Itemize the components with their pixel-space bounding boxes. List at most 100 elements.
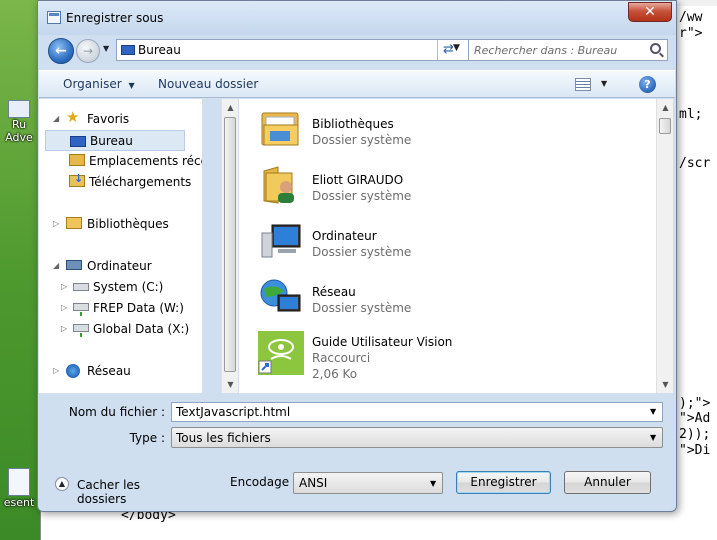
navigation-pane: ◢ ★ Favoris Bureau Emplacements récents … [39,99,203,393]
title-bar[interactable]: Enregistrer sous ✕ [38,1,676,35]
file-name: Eliott GIRAUDO [312,173,404,187]
file-type: Dossier système [312,189,412,203]
save-button[interactable]: Enregistrer [456,471,551,494]
hide-folders-toggle[interactable]: ▲ Cacher les dossiers [55,475,185,506]
nav-network[interactable]: ▷ Réseau [49,361,197,382]
refresh-button[interactable]: ⇄ [437,40,459,60]
scroll-thumb[interactable] [224,117,236,372]
collapse-icon[interactable]: ◢ [53,261,59,270]
address-bar[interactable]: Bureau ▼ [116,39,472,61]
expand-icon[interactable]: ▷ [61,324,67,333]
filename-input[interactable]: TextJavascript.html ▼ [171,402,663,422]
code-line: ">Di [679,443,711,458]
file-size: 2,06 Ko [312,367,358,381]
code-line: 2)); [679,427,711,442]
search-icon[interactable] [650,43,661,54]
toolbar: Organiser ▼ Nouveau dossier ▼ ? [39,70,675,98]
nav-item-label: Emplacements récents [89,154,202,168]
history-dropdown-icon[interactable]: ▼ [103,44,109,53]
desktop-document-icon[interactable]: esent [0,468,38,509]
help-icon[interactable]: ? [639,76,656,93]
filename-value[interactable]: TextJavascript.html [176,405,290,419]
code-line: ">Ad [679,411,711,426]
nav-item-drive-x[interactable]: ▷ Global Data (X:) [45,319,193,340]
encoding-value: ANSI [299,476,328,490]
file-type: Raccourci [312,351,371,365]
nav-item-recent-places[interactable]: Emplacements récents [45,151,202,172]
chevron-down-icon[interactable]: ▼ [650,433,656,442]
libraries-folder-icon [261,112,299,146]
recent-places-icon [69,154,85,166]
scroll-down-icon[interactable]: ▼ [657,376,674,393]
type-select[interactable]: Tous les fichiers ▼ [171,427,663,448]
list-item[interactable]: Eliott GIRAUDO Dossier système [239,161,656,217]
expand-icon[interactable]: ▷ [53,219,59,228]
network-drive-icon [73,324,89,337]
expand-icon[interactable]: ▷ [61,282,67,291]
scroll-up-icon[interactable]: ▲ [657,99,674,116]
downloads-icon [69,172,85,187]
nav-item-label: Bureau [90,134,133,148]
libraries-icon [66,217,82,229]
nav-item-label: Global Data (X:) [93,322,190,336]
list-item[interactable]: Ordinateur Dossier système [239,217,656,273]
list-item[interactable]: Réseau Dossier système [239,273,656,329]
file-type: Dossier système [312,133,412,147]
nav-libraries[interactable]: ▷ Bibliothèques [49,214,197,235]
desktop-shortcut-icon[interactable]: Ru Adve [0,100,38,144]
search-input[interactable]: Rechercher dans : Bureau [468,39,668,61]
nav-item-label: System (C:) [93,280,164,294]
save-as-dialog: Enregistrer sous ✕ ← → ▼ Bureau ▼ ⇄ Rech… [37,0,677,512]
computer-icon [261,224,301,258]
chevron-down-icon[interactable]: ▼ [430,479,436,488]
type-label: Type : [129,431,165,445]
nav-item-drive-w[interactable]: ▷ FREP Data (W:) [45,298,193,319]
code-line: /ww [679,10,703,25]
code-line: r"> [679,26,703,41]
expand-icon[interactable]: ▷ [53,366,59,375]
back-button[interactable]: ← [48,38,74,64]
file-list-scrollbar[interactable]: ▲ ▼ [656,99,673,393]
type-value: Tous les fichiers [176,431,271,445]
expand-icon[interactable]: ▷ [61,303,67,312]
scroll-down-icon[interactable]: ▼ [222,376,239,393]
nav-computer-label: Ordinateur [87,259,152,273]
scroll-thumb[interactable] [659,118,671,134]
nav-item-desktop[interactable]: Bureau [45,130,185,151]
breadcrumb[interactable]: Bureau [138,43,181,57]
view-dropdown-icon[interactable]: ▼ [601,79,607,88]
nav-favorites[interactable]: ◢ ★ Favoris [49,109,197,130]
code-line: );"> [679,396,711,411]
collapse-icon[interactable]: ◢ [53,114,59,123]
chevron-down-icon[interactable]: ▼ [650,407,656,416]
scroll-up-icon[interactable]: ▲ [222,99,239,116]
file-name: Bibliothèques [312,117,394,131]
nav-item-label: Téléchargements [89,175,192,189]
view-options-icon[interactable] [575,78,591,91]
file-name: Ordinateur [312,229,377,243]
file-type: Dossier système [312,301,412,315]
nav-item-drive-c[interactable]: ▷ System (C:) [45,277,193,298]
cancel-button[interactable]: Annuler [564,471,651,494]
forward-button[interactable]: → [76,39,100,63]
drive-icon [73,283,89,291]
user-folder-icon [263,166,294,204]
organize-button[interactable]: Organiser ▼ [63,77,135,91]
nav-favorites-label: Favoris [87,112,130,126]
dialog-title: Enregistrer sous [66,11,164,25]
desktop-label: esent [3,496,35,509]
close-button[interactable]: ✕ [628,2,672,22]
desktop-label: Ru [11,118,27,131]
nav-item-downloads[interactable]: Téléchargements [45,172,193,193]
list-item[interactable]: Guide Utilisateur Vision Raccourci 2,06 … [239,329,656,385]
desktop-icon [70,136,86,147]
file-name: Réseau [312,285,356,299]
encoding-select[interactable]: ANSI ▼ [293,472,443,494]
nav-network-label: Réseau [87,364,131,378]
network-icon [66,364,80,378]
nav-libraries-label: Bibliothèques [87,217,169,231]
nav-computer[interactable]: ◢ Ordinateur [49,256,197,277]
new-folder-button[interactable]: Nouveau dossier [158,77,258,91]
list-item[interactable]: Bibliothèques Dossier système [239,105,656,161]
nav-scrollbar[interactable]: ▲ ▼ [221,99,238,393]
